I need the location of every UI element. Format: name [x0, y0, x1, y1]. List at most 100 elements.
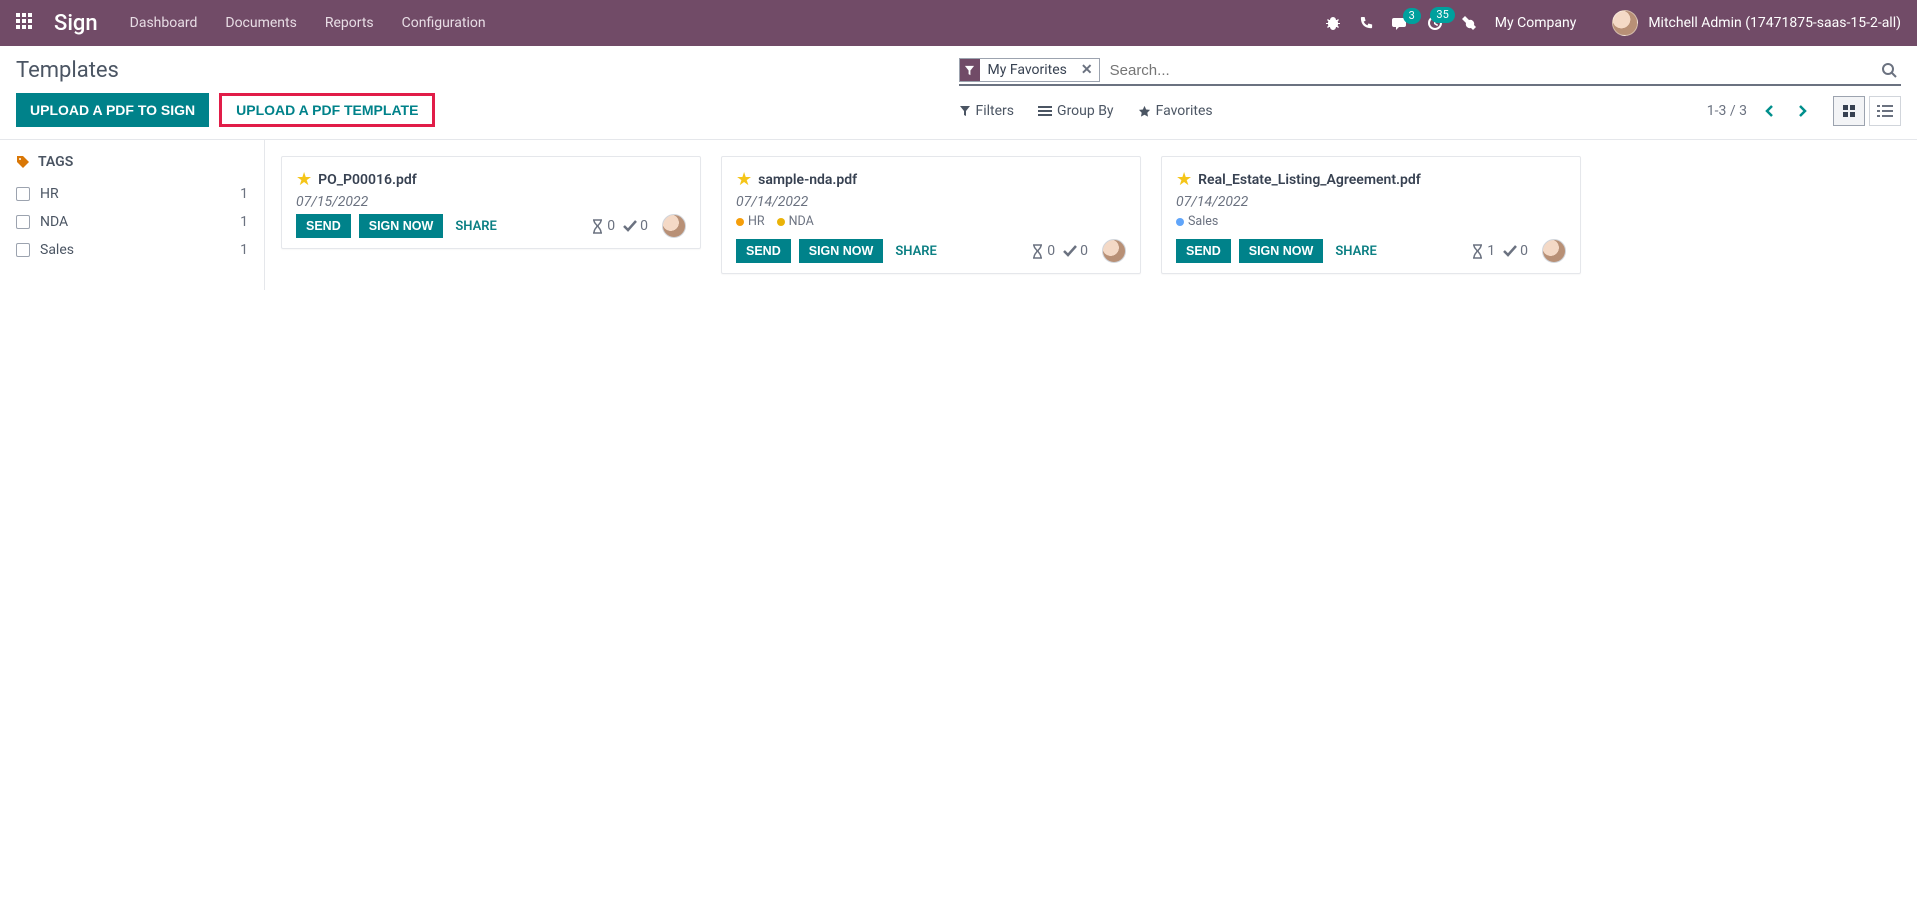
pending-count[interactable]: 1	[1471, 243, 1495, 259]
sidebar-tag-count: 1	[240, 242, 248, 258]
user-avatar-icon	[1612, 10, 1638, 36]
sidebar-tag-item[interactable]: HR 1	[16, 180, 248, 208]
checkbox-icon[interactable]	[16, 243, 30, 257]
done-count[interactable]: 0	[623, 218, 648, 234]
funnel-icon	[960, 59, 980, 81]
share-link[interactable]: Share	[455, 219, 497, 234]
star-icon[interactable]: ★	[1176, 169, 1192, 190]
topnav: Sign Dashboard Documents Reports Configu…	[0, 0, 1917, 46]
nav-reports[interactable]: Reports	[325, 15, 374, 31]
favorites-label: Favorites	[1156, 103, 1213, 119]
activities-icon[interactable]: 35	[1427, 15, 1443, 31]
nav-menu: Dashboard Documents Reports Configuratio…	[130, 15, 486, 31]
facet-label: My Favorites	[980, 62, 1075, 78]
check-icon	[1063, 245, 1077, 257]
filters-button[interactable]: Filters	[959, 103, 1015, 119]
filter-row: Filters Group By Favorites 1-3 / 3	[959, 96, 1902, 126]
filters-label: Filters	[976, 103, 1015, 119]
app-brand[interactable]: Sign	[54, 11, 98, 36]
user-label: Mitchell Admin (17471875-saas-15-2-all)	[1648, 15, 1901, 31]
responsible-avatar-icon[interactable]	[662, 214, 686, 238]
upload-pdf-template-button[interactable]: Upload a PDF Template	[219, 93, 435, 127]
pager-next-button[interactable]	[1793, 102, 1811, 120]
user-menu[interactable]: Mitchell Admin (17471875-saas-15-2-all)	[1612, 10, 1901, 36]
search-facet-favorites: My Favorites ✕	[959, 58, 1100, 82]
sidebar-tags-header: TAGS	[16, 154, 248, 170]
share-link[interactable]: Share	[1335, 244, 1377, 259]
template-card[interactable]: ★ Real_Estate_Listing_Agreement.pdf 07/1…	[1161, 156, 1581, 274]
list-view-button[interactable]	[1869, 96, 1901, 126]
card-title: PO_P00016.pdf	[318, 172, 417, 188]
done-count[interactable]: 0	[1063, 243, 1088, 259]
card-date: 07/15/2022	[296, 194, 686, 210]
sidebar-tag-count: 1	[240, 214, 248, 230]
tools-icon[interactable]	[1461, 15, 1477, 31]
search-icon[interactable]	[1877, 62, 1901, 78]
sidebar-tag-label: Sales	[40, 242, 240, 258]
groupby-button[interactable]: Group By	[1038, 103, 1114, 119]
control-panel: Templates Upload a PDF to Sign Upload a …	[0, 46, 1917, 140]
template-card[interactable]: ★ sample-nda.pdf 07/14/2022 HR NDA Send S…	[721, 156, 1141, 274]
favorites-button[interactable]: Favorites	[1138, 103, 1213, 119]
responsible-avatar-icon[interactable]	[1102, 239, 1126, 263]
page-title: Templates	[16, 58, 959, 83]
responsible-avatar-icon[interactable]	[1542, 239, 1566, 263]
done-count[interactable]: 0	[1503, 243, 1528, 259]
search-bar[interactable]: My Favorites ✕	[959, 58, 1902, 86]
upload-pdf-sign-button[interactable]: Upload a PDF to Sign	[16, 93, 209, 127]
hourglass-icon	[591, 219, 604, 234]
sidebar-tag-label: HR	[40, 186, 240, 202]
sign-now-button[interactable]: Sign Now	[359, 214, 444, 238]
pager-text[interactable]: 1-3 / 3	[1707, 103, 1747, 119]
check-icon	[623, 220, 637, 232]
messaging-badge: 3	[1403, 8, 1421, 24]
card-tag: Sales	[1176, 214, 1218, 229]
kanban-area: ★ PO_P00016.pdf 07/15/2022 Send Sign Now…	[265, 140, 1917, 290]
star-icon[interactable]: ★	[296, 169, 312, 190]
messaging-icon[interactable]: 3	[1392, 16, 1409, 31]
activities-badge: 35	[1430, 7, 1454, 23]
checkbox-icon[interactable]	[16, 215, 30, 229]
sidebar-tag-item[interactable]: Sales 1	[16, 236, 248, 264]
nav-dashboard[interactable]: Dashboard	[130, 15, 198, 31]
sign-now-button[interactable]: Sign Now	[799, 239, 884, 263]
checkbox-icon[interactable]	[16, 187, 30, 201]
check-icon	[1503, 245, 1517, 257]
card-tag: HR	[736, 214, 765, 229]
nav-configuration[interactable]: Configuration	[402, 15, 486, 31]
star-icon[interactable]: ★	[736, 169, 752, 190]
sidebar-tags-label: TAGS	[38, 154, 73, 170]
card-tags: Sales	[1176, 214, 1566, 229]
card-tag: NDA	[777, 214, 814, 229]
sidebar-tag-item[interactable]: NDA 1	[16, 208, 248, 236]
card-title: Real_Estate_Listing_Agreement.pdf	[1198, 172, 1421, 188]
apps-menu-icon[interactable]	[16, 13, 36, 33]
send-button[interactable]: Send	[736, 239, 791, 263]
sidebar-tag-label: NDA	[40, 214, 240, 230]
phone-icon[interactable]	[1359, 16, 1374, 31]
nav-documents[interactable]: Documents	[225, 15, 296, 31]
template-card[interactable]: ★ PO_P00016.pdf 07/15/2022 Send Sign Now…	[281, 156, 701, 249]
groupby-label: Group By	[1057, 103, 1114, 119]
pager-prev-button[interactable]	[1761, 102, 1779, 120]
hourglass-icon	[1031, 244, 1044, 259]
card-date: 07/14/2022	[1176, 194, 1566, 210]
card-tags: HR NDA	[736, 214, 1126, 229]
sign-now-button[interactable]: Sign Now	[1239, 239, 1324, 263]
company-switcher[interactable]: My Company	[1495, 15, 1577, 31]
pending-count[interactable]: 0	[1031, 243, 1055, 259]
sidebar-tag-count: 1	[240, 186, 248, 202]
send-button[interactable]: Send	[1176, 239, 1231, 263]
kanban-view-button[interactable]	[1833, 96, 1865, 126]
pending-count[interactable]: 0	[591, 218, 615, 234]
card-title: sample-nda.pdf	[758, 172, 857, 188]
sidebar: TAGS HR 1 NDA 1 Sales 1	[0, 140, 265, 290]
debug-icon[interactable]	[1325, 15, 1341, 31]
facet-remove-button[interactable]: ✕	[1075, 62, 1099, 78]
tag-icon	[16, 155, 30, 169]
send-button[interactable]: Send	[296, 214, 351, 238]
search-input[interactable]	[1106, 60, 1877, 81]
card-date: 07/14/2022	[736, 194, 1126, 210]
hourglass-icon	[1471, 244, 1484, 259]
share-link[interactable]: Share	[895, 244, 937, 259]
